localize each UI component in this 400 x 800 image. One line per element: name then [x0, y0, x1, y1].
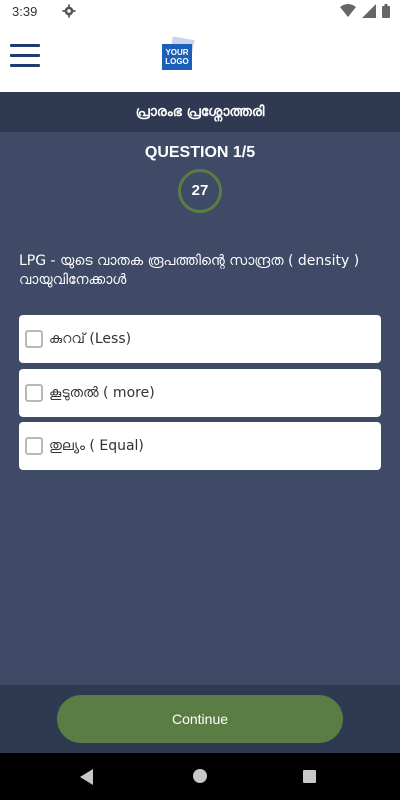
continue-button[interactable]: Continue [57, 695, 343, 743]
quiz-content: QUESTION 1/5 27 LPG - യുടെ വാതക രൂപത്തിന… [0, 132, 400, 685]
option-checkbox[interactable] [25, 437, 43, 455]
option-label: കൂടുതൽ ( more) [49, 385, 155, 401]
option-label: തുല്യം ( Equal) [49, 438, 144, 454]
signal-icon [362, 4, 376, 18]
back-icon[interactable] [80, 769, 93, 785]
option-checkbox[interactable] [25, 330, 43, 348]
question-counter: QUESTION 1/5 [144, 144, 256, 161]
question-text: LPG - യുടെ വാതക രൂപത്തിന്റെ സാന്ദ്രത ( d… [19, 253, 360, 288]
wifi-icon [340, 4, 356, 17]
countdown-timer: 27 [178, 169, 222, 213]
home-icon[interactable] [193, 769, 207, 783]
status-time: 3:39 [12, 4, 38, 19]
recent-apps-icon[interactable] [303, 770, 316, 783]
settings-gear-icon [62, 4, 76, 18]
page-title: പ്രാരംഭ പ്രശ്നോത്തരി [0, 92, 400, 132]
app-header: YOUR LOGO [0, 24, 400, 92]
footer: Continue [0, 685, 400, 753]
battery-icon [382, 4, 390, 18]
answer-option-less[interactable]: കുറവ് (Less) [19, 315, 381, 363]
system-nav-bar [0, 753, 400, 800]
app-logo: YOUR LOGO [162, 36, 195, 72]
status-bar: 3:39 [0, 0, 400, 24]
option-label: കുറവ് (Less) [49, 331, 132, 347]
option-checkbox[interactable] [25, 384, 43, 402]
hamburger-menu-icon[interactable] [10, 44, 40, 68]
answer-option-equal[interactable]: തുല്യം ( Equal) [19, 422, 381, 470]
answer-option-more[interactable]: കൂടുതൽ ( more) [19, 369, 381, 417]
